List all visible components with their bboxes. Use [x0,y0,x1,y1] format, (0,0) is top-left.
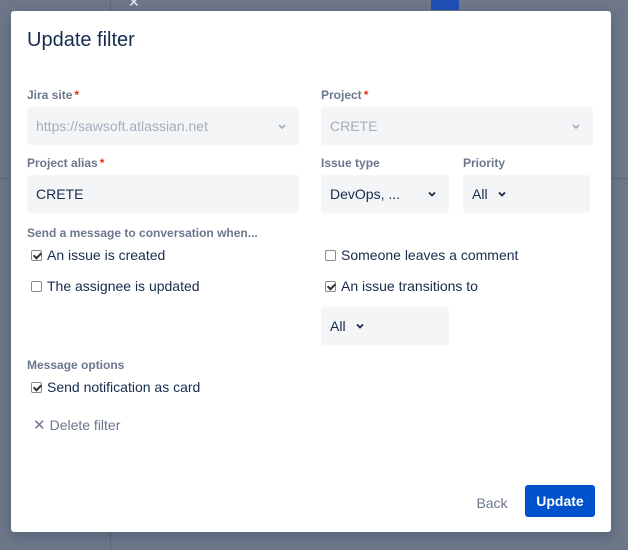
project-label-text: Project [321,88,362,102]
required-mark: * [99,156,105,170]
checkbox-checked[interactable] [325,280,336,292]
chevron-down-icon [494,186,510,202]
option-issue-transitions[interactable]: An issue transitions to [325,278,478,294]
transition-status-value: All [330,318,346,334]
project-value: CRETE [330,118,378,134]
project-select[interactable]: CRETE [321,107,593,145]
back-button[interactable]: Back [467,487,517,519]
checkbox-checked[interactable] [31,381,42,393]
update-filter-dialog: Update filter Jira site * https://sawsoft… [11,11,611,532]
option-label: The assignee is updated [47,278,200,294]
jira-site-label-text: Jira site [27,88,73,102]
project-alias-value: CRETE [36,186,84,202]
checkbox-unchecked[interactable] [31,280,42,292]
issue-type-select[interactable]: DevOps, ... [321,175,449,213]
option-label: An issue is created [47,247,166,263]
option-send-as-card[interactable]: Send notification as card [31,379,200,395]
dialog-title: Update filter [27,29,135,51]
project-alias-label-text: Project alias [27,156,98,170]
project-alias-label: Project alias * [27,156,104,170]
issue-type-value: DevOps, ... [330,186,401,202]
checkbox-unchecked[interactable] [325,249,336,261]
close-icon: ✕ [33,417,46,434]
option-label: Send notification as card [47,379,201,395]
checkbox-checked[interactable] [31,249,42,261]
backdrop-accent-tab [431,0,459,10]
jira-site-value: https://sawsoft.atlassian.net [36,118,208,134]
option-label: An issue transitions to [341,278,478,294]
message-options-heading: Message options [27,358,125,372]
delete-filter-label: Delete filter [49,417,121,433]
option-label: Someone leaves a comment [341,247,519,263]
chevron-down-icon [424,186,440,202]
jira-site-label: Jira site * [27,88,79,102]
issue-type-label: Issue type [321,156,380,170]
priority-label: Priority [463,156,506,170]
project-label: Project * [321,88,368,102]
chevron-down-icon [352,318,368,334]
option-comment[interactable]: Someone leaves a comment [325,247,518,263]
required-mark: * [363,88,369,102]
option-assignee-updated[interactable]: The assignee is updated [31,278,200,294]
option-issue-created[interactable]: An issue is created [31,247,165,263]
backdrop-close-icon: ✕ [128,0,140,10]
priority-value: All [472,186,488,202]
required-mark: * [74,88,80,102]
priority-select[interactable]: All [463,175,590,213]
conversation-heading: Send a message to conversation when... [27,226,258,240]
transition-status-select[interactable]: All [321,307,449,345]
chevron-down-icon [568,118,584,134]
project-alias-input[interactable]: CRETE [27,175,299,213]
chevron-down-icon [274,118,290,134]
update-button[interactable]: Update [525,485,595,517]
delete-filter-button[interactable]: ✕ Delete filter [33,416,120,434]
jira-site-select[interactable]: https://sawsoft.atlassian.net [27,107,299,145]
